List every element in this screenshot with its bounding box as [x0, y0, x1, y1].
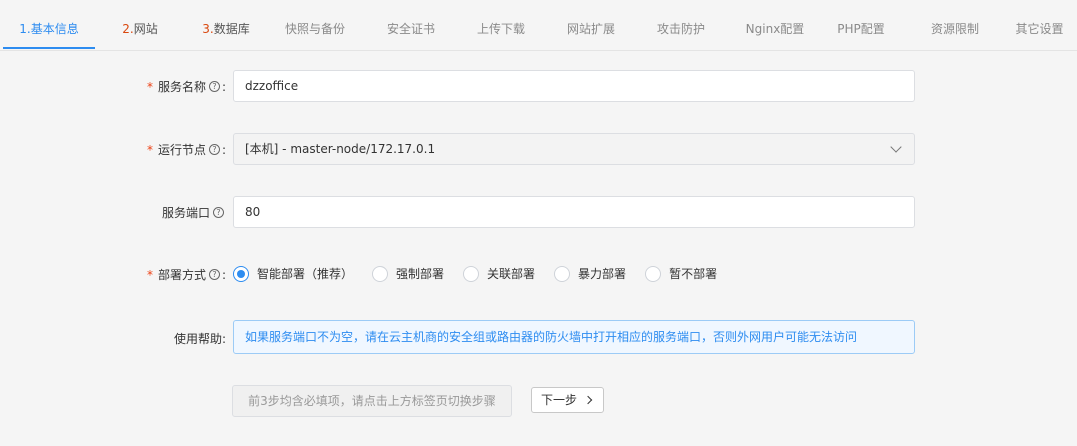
chevron-down-icon: [890, 141, 902, 153]
service-port-label-text: 服务端口: [161, 206, 210, 220]
help-question-icon[interactable]: ?: [213, 207, 224, 218]
tab-label: 网站: [133, 22, 158, 36]
help-label-text: 使用帮助:: [173, 332, 226, 346]
help-question-icon[interactable]: ?: [208, 269, 220, 280]
tab-php-config[interactable]: PHP配置: [822, 0, 900, 50]
tab-step-number: 2.: [122, 22, 134, 36]
required-mark: *: [146, 267, 153, 282]
tab-site-extension[interactable]: 网站扩展: [548, 0, 634, 50]
tab-step-number: 3.: [202, 22, 214, 36]
tab-other-settings[interactable]: 其它设置: [1002, 0, 1077, 50]
run-node-row: * 运行节点 ?: [本机] - master-node/172.17.0.1: [0, 133, 1077, 165]
service-port-input[interactable]: 80: [233, 196, 915, 228]
tab-ssl-cert[interactable]: 安全证书: [368, 0, 454, 50]
radio-label: 强制部署: [396, 267, 445, 281]
radio-label: 暂不部署: [669, 267, 718, 281]
label-colon: :: [221, 79, 226, 94]
radio-checked-icon: [233, 265, 249, 282]
radio-smart-deploy[interactable]: 智能部署（推荐）: [233, 265, 353, 282]
tab-website[interactable]: 2.网站: [104, 0, 176, 50]
radio-unchecked-icon: [554, 265, 571, 282]
deploy-mode-row: * 部署方式 ?: 智能部署（推荐） 强制部署 关联部署 暴力部署 暂不部署: [0, 265, 1077, 283]
radio-label: 暴力部署: [578, 267, 627, 281]
deploy-mode-label-text: 部署方式: [157, 268, 206, 282]
radio-brute-deploy[interactable]: 暴力部署: [554, 265, 626, 282]
tab-resource-limit[interactable]: 资源限制: [912, 0, 998, 50]
required-mark: *: [146, 79, 153, 94]
required-steps-disabled-button: 前3步均含必填项，请点击上方标签页切换步骤: [232, 385, 512, 417]
service-port-label: 服务端口 ?: [162, 204, 226, 221]
label-colon: :: [221, 142, 226, 157]
tab-label: 数据库: [213, 22, 250, 36]
radio-label: 智能部署（推荐）: [257, 267, 354, 281]
service-name-input[interactable]: dzzoffice: [233, 70, 915, 102]
help-label: 使用帮助:: [174, 330, 226, 347]
radio-unchecked-icon: [372, 265, 389, 282]
active-tab-indicator: [3, 47, 95, 49]
required-mark: *: [146, 142, 153, 157]
radio-no-deploy[interactable]: 暂不部署: [645, 265, 717, 282]
next-step-label: 下一步: [541, 393, 578, 407]
tab-nginx-config[interactable]: Nginx配置: [730, 0, 820, 50]
tab-step-number: 1.: [19, 22, 31, 36]
run-node-label: * 运行节点 ?:: [147, 141, 226, 158]
tab-label: 基本信息: [30, 22, 79, 36]
deploy-mode-label: * 部署方式 ?:: [147, 266, 226, 283]
help-question-icon[interactable]: ?: [208, 144, 220, 155]
help-row: 使用帮助: 如果服务端口不为空，请在云主机商的安全组或路由器的防火墙中打开相应的…: [0, 320, 1077, 354]
label-colon: :: [221, 267, 226, 282]
help-question-icon[interactable]: ?: [208, 81, 220, 92]
service-name-label: * 服务名称 ?:: [147, 78, 226, 95]
deploy-mode-radio-group: 智能部署（推荐） 强制部署 关联部署 暴力部署 暂不部署: [233, 265, 736, 282]
run-node-select[interactable]: [本机] - master-node/172.17.0.1: [233, 133, 915, 165]
service-name-row: * 服务名称 ?: dzzoffice: [0, 70, 1077, 102]
service-port-row: 服务端口 ? 80: [0, 196, 1077, 228]
tab-database[interactable]: 3.数据库: [186, 0, 266, 50]
radio-unchecked-icon: [645, 265, 662, 282]
radio-linked-deploy[interactable]: 关联部署: [463, 265, 535, 282]
radio-force-deploy[interactable]: 强制部署: [372, 265, 444, 282]
tab-upload-download[interactable]: 上传下载: [458, 0, 544, 50]
tab-bar: 1.基本信息 2.网站 3.数据库 快照与备份 安全证书 上传下载 网站扩展 攻…: [0, 0, 1077, 51]
run-node-label-text: 运行节点: [157, 143, 206, 157]
service-name-label-text: 服务名称: [157, 80, 206, 94]
tab-snapshot-backup[interactable]: 快照与备份: [270, 0, 360, 50]
chevron-right-icon: [583, 395, 593, 405]
radio-unchecked-icon: [463, 265, 480, 282]
tab-basic-info[interactable]: 1.基本信息: [3, 0, 95, 50]
help-info-box: 如果服务端口不为空，请在云主机商的安全组或路由器的防火墙中打开相应的服务端口，否…: [233, 320, 915, 354]
next-step-button[interactable]: 下一步: [531, 387, 604, 413]
radio-label: 关联部署: [487, 267, 536, 281]
tab-attack-protection[interactable]: 攻击防护: [638, 0, 724, 50]
run-node-selected-value: [本机] - master-node/172.17.0.1: [245, 142, 436, 156]
